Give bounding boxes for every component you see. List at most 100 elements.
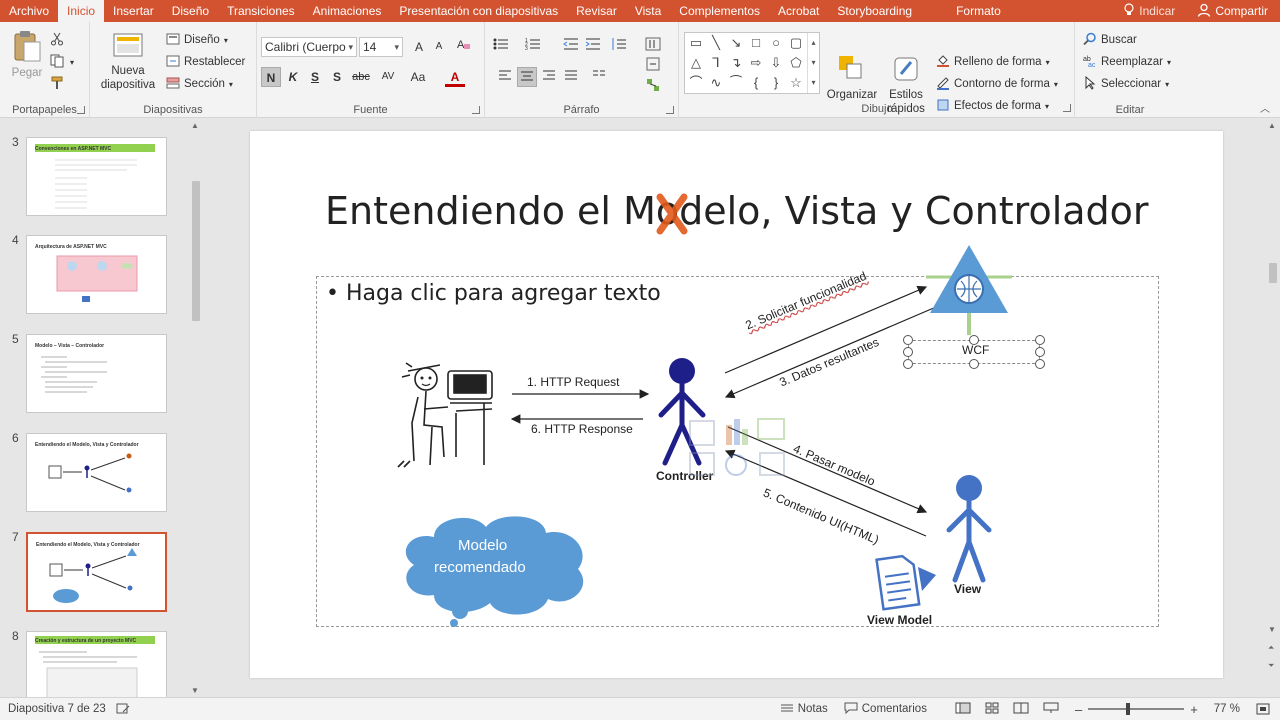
slide-thumbnail-5[interactable]: Modelo – Vista – Controlador bbox=[26, 334, 167, 413]
slide-thumbnail-8[interactable]: Creación y estructura de un proyecto MVC bbox=[26, 631, 167, 697]
layout-button[interactable]: Diseño ▾ bbox=[166, 30, 228, 50]
tab-presentacion[interactable]: Presentación con diapositivas bbox=[390, 0, 567, 22]
shrink-font-button[interactable]: A bbox=[429, 37, 449, 57]
paragraph-launcher[interactable] bbox=[666, 106, 674, 114]
italic-button[interactable]: K bbox=[283, 67, 303, 87]
tab-revisar[interactable]: Revisar bbox=[567, 0, 626, 22]
scroll-up-icon[interactable]: ▲ bbox=[191, 121, 199, 130]
slide-thumbnail-4[interactable]: Arquitectura de ASP.NET MVC bbox=[26, 235, 167, 314]
tab-inicio[interactable]: Inicio bbox=[58, 0, 105, 22]
reset-button[interactable]: Restablecer bbox=[166, 52, 245, 72]
share-button[interactable]: Compartir bbox=[1185, 0, 1280, 22]
normal-view-icon[interactable] bbox=[955, 702, 971, 717]
down-arrow-shape-icon[interactable]: ⇩ bbox=[767, 54, 785, 72]
align-center-button[interactable] bbox=[517, 67, 537, 87]
align-left-button[interactable] bbox=[495, 67, 515, 87]
new-slide-button[interactable]: Nueva diapositiva bbox=[98, 30, 158, 92]
tab-transiciones[interactable]: Transiciones bbox=[218, 0, 304, 22]
tab-vista[interactable]: Vista bbox=[626, 0, 670, 22]
curve-shape-icon[interactable]: ∿ bbox=[707, 74, 725, 92]
decrease-indent-button[interactable] bbox=[561, 37, 581, 57]
format-painter-button[interactable] bbox=[50, 74, 64, 94]
font-color-button[interactable]: A bbox=[445, 67, 465, 87]
reading-view-icon[interactable] bbox=[1013, 702, 1029, 717]
notes-button[interactable]: Notas bbox=[772, 703, 836, 716]
find-button[interactable]: Buscar bbox=[1083, 30, 1137, 50]
replace-button[interactable]: ab ac Reemplazar ▾ bbox=[1083, 52, 1171, 72]
clear-format-button[interactable]: A bbox=[453, 37, 473, 57]
elbow-arrow-shape-icon[interactable]: ↴ bbox=[727, 54, 745, 72]
tab-complementos[interactable]: Complementos bbox=[670, 0, 769, 22]
char-spacing-button[interactable]: AV bbox=[375, 67, 401, 87]
triangle-shape-icon[interactable]: △ bbox=[687, 54, 705, 72]
right-brace-shape-icon[interactable]: } bbox=[767, 74, 785, 92]
zoom-track[interactable] bbox=[1088, 703, 1185, 715]
shadow-button[interactable]: S bbox=[327, 67, 347, 87]
zoom-thumb[interactable] bbox=[1126, 703, 1131, 715]
font-name-combo[interactable]: Calibri (Cuerpo ▾ bbox=[261, 37, 357, 57]
rectangle-shape-icon[interactable]: □ bbox=[747, 34, 765, 52]
font-launcher[interactable] bbox=[472, 106, 480, 114]
squiggle-shape-icon[interactable]: ⁀ bbox=[727, 74, 745, 92]
collapse-ribbon-icon[interactable]: ︿ bbox=[1260, 100, 1270, 115]
justify-button[interactable] bbox=[561, 67, 581, 87]
tab-formato[interactable]: Formato bbox=[947, 0, 1010, 22]
tab-archivo[interactable]: Archivo bbox=[0, 0, 58, 22]
grow-font-button[interactable]: A bbox=[409, 37, 429, 57]
font-size-combo[interactable]: 14 ▾ bbox=[359, 37, 403, 57]
underline-button[interactable]: S bbox=[305, 67, 325, 87]
rounded-rect-shape-icon[interactable]: ▢ bbox=[787, 34, 805, 52]
scroll-up-icon[interactable]: ▲ bbox=[1268, 121, 1276, 130]
text-direction-button[interactable] bbox=[643, 37, 663, 57]
strikethrough-button[interactable]: abc bbox=[349, 67, 373, 87]
bracket-shape-icon[interactable]: ⌒ bbox=[687, 74, 705, 92]
shape-outline-button[interactable]: Contorno de forma ▾ bbox=[936, 74, 1058, 94]
editor-scroll-thumb[interactable] bbox=[1269, 263, 1277, 283]
comments-button[interactable]: Comentarios bbox=[836, 702, 935, 717]
fit-slide-icon[interactable] bbox=[1248, 703, 1280, 715]
paste-button[interactable]: Pegar bbox=[8, 30, 46, 80]
tell-me-box[interactable]: Indicar bbox=[1113, 0, 1185, 22]
thumbnails-scrollbar[interactable]: ▲ ▼ bbox=[189, 119, 203, 697]
arrow-line-shape-icon[interactable]: ↘ bbox=[727, 34, 745, 52]
line-spacing-button[interactable] bbox=[609, 37, 629, 57]
elbow-connector-shape-icon[interactable]: ⅂ bbox=[707, 54, 725, 72]
previous-slide-icon[interactable]: ⏶ bbox=[1268, 643, 1274, 653]
tab-animaciones[interactable]: Animaciones bbox=[304, 0, 391, 22]
slide-thumbnail-7[interactable]: Entendiendo el Modelo, Vista y Controlad… bbox=[26, 532, 167, 612]
tab-acrobat[interactable]: Acrobat bbox=[769, 0, 828, 22]
smartart-button[interactable] bbox=[643, 78, 663, 98]
scroll-down-icon[interactable]: ▼ bbox=[191, 686, 199, 695]
zoom-level[interactable]: 77 % bbox=[1206, 703, 1248, 715]
copy-button[interactable]: ▾ bbox=[50, 52, 74, 72]
clipboard-launcher[interactable] bbox=[77, 106, 85, 114]
bullets-button[interactable] bbox=[491, 37, 511, 57]
zoom-slider[interactable]: – + bbox=[1067, 702, 1206, 717]
slide-sorter-icon[interactable] bbox=[985, 702, 999, 717]
right-arrow-shape-icon[interactable]: ⇨ bbox=[747, 54, 765, 72]
textbox-shape-icon[interactable]: ▭ bbox=[687, 34, 705, 52]
columns-button[interactable] bbox=[589, 67, 609, 87]
section-button[interactable]: Sección ▾ bbox=[166, 74, 233, 94]
select-button[interactable]: Seleccionar ▾ bbox=[1083, 74, 1169, 94]
oval-shape-icon[interactable]: ○ bbox=[767, 34, 785, 52]
align-text-button[interactable] bbox=[643, 57, 663, 77]
tab-diseno[interactable]: Diseño bbox=[163, 0, 218, 22]
numbering-button[interactable]: 123 bbox=[523, 37, 543, 57]
left-brace-shape-icon[interactable]: { bbox=[747, 74, 765, 92]
star-shape-icon[interactable]: ☆ bbox=[787, 74, 805, 92]
line-shape-icon[interactable]: ╲ bbox=[707, 34, 725, 52]
shape-fill-button[interactable]: Relleno de forma ▾ bbox=[936, 52, 1050, 72]
slide-canvas[interactable]: Entendiendo el Modelo, Vista y Controlad… bbox=[250, 131, 1223, 678]
arrange-button[interactable]: Organizar bbox=[824, 54, 880, 102]
tab-storyboarding[interactable]: Storyboarding bbox=[828, 0, 921, 22]
change-case-button[interactable]: Aa bbox=[405, 67, 431, 87]
thumbnails-scroll-thumb[interactable] bbox=[192, 181, 200, 321]
editor-scrollbar[interactable]: ▲ ▼ ⏶ ⏷ bbox=[1266, 119, 1280, 697]
zoom-in-icon[interactable]: + bbox=[1190, 702, 1198, 717]
next-slide-icon[interactable]: ⏷ bbox=[1268, 661, 1274, 671]
tab-insertar[interactable]: Insertar bbox=[104, 0, 163, 22]
scroll-down-icon[interactable]: ▼ bbox=[1268, 625, 1276, 634]
drawing-launcher[interactable] bbox=[1063, 104, 1071, 112]
bold-button[interactable]: N bbox=[261, 67, 281, 87]
